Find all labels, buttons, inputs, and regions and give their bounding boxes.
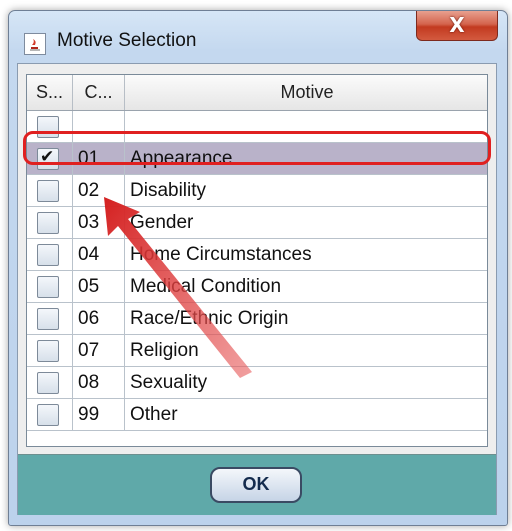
column-header-code[interactable]: C...	[73, 75, 125, 110]
checkmark-icon: ✔	[40, 147, 55, 167]
column-header-select[interactable]: S...	[27, 75, 73, 110]
row-checkbox[interactable]	[37, 244, 59, 266]
row-code: 08	[73, 367, 125, 398]
ok-button[interactable]: OK	[210, 467, 302, 503]
row-code: 07	[73, 335, 125, 366]
motive-table: S... C... Motive ✔ 01 Appearance 02 Disa…	[26, 74, 488, 447]
row-motive: Race/Ethnic Origin	[130, 308, 289, 329]
table-row[interactable]: 08 Sexuality	[27, 367, 487, 399]
row-code: 03	[73, 207, 125, 238]
row-code: 06	[73, 303, 125, 334]
row-code: 01	[73, 143, 125, 174]
row-checkbox[interactable]	[37, 404, 59, 426]
row-code: 99	[73, 399, 125, 430]
close-button[interactable]: X	[416, 11, 498, 41]
row-motive: Other	[130, 404, 178, 425]
row-motive: Sexuality	[130, 372, 208, 393]
row-motive: Religion	[130, 340, 199, 361]
table-header: S... C... Motive	[27, 75, 487, 111]
row-motive: Medical Condition	[130, 276, 282, 297]
row-motive: Appearance	[130, 148, 233, 169]
row-motive	[125, 111, 489, 142]
table-row[interactable]: 07 Religion	[27, 335, 487, 367]
table-row[interactable]: ✔ 01 Appearance	[27, 143, 487, 175]
row-checkbox[interactable]	[37, 372, 59, 394]
table-row[interactable]	[27, 111, 487, 143]
row-checkbox[interactable]	[37, 212, 59, 234]
row-checkbox[interactable]	[37, 308, 59, 330]
row-code	[73, 111, 125, 142]
title-bar[interactable]: Motive Selection X	[9, 11, 507, 61]
row-checkbox[interactable]	[37, 180, 59, 202]
row-checkbox[interactable]: ✔	[37, 147, 59, 170]
table-row[interactable]: 99 Other	[27, 399, 487, 431]
table-row[interactable]: 02 Disability	[27, 175, 487, 207]
window-title: Motive Selection	[57, 30, 197, 51]
java-coffee-icon	[24, 33, 46, 55]
row-checkbox[interactable]	[37, 276, 59, 298]
motive-selection-window: Motive Selection X S... C... Motive ✔ 01	[8, 10, 508, 526]
table-row[interactable]: 05 Medical Condition	[27, 271, 487, 303]
row-checkbox[interactable]	[37, 116, 59, 138]
table-row[interactable]: 03 Gender	[27, 207, 487, 239]
dialog-footer: OK	[18, 454, 496, 515]
row-motive: Home Circumstances	[130, 244, 312, 265]
row-code: 05	[73, 271, 125, 302]
column-header-motive[interactable]: Motive	[125, 75, 489, 110]
row-motive: Disability	[130, 180, 207, 201]
table-row[interactable]: 04 Home Circumstances	[27, 239, 487, 271]
row-checkbox[interactable]	[37, 340, 59, 362]
close-icon: X	[449, 13, 465, 37]
row-code: 04	[73, 239, 125, 270]
table-row[interactable]: 06 Race/Ethnic Origin	[27, 303, 487, 335]
row-code: 02	[73, 175, 125, 206]
dialog-content: S... C... Motive ✔ 01 Appearance 02 Disa…	[17, 63, 497, 515]
row-motive: Gender	[130, 212, 194, 233]
